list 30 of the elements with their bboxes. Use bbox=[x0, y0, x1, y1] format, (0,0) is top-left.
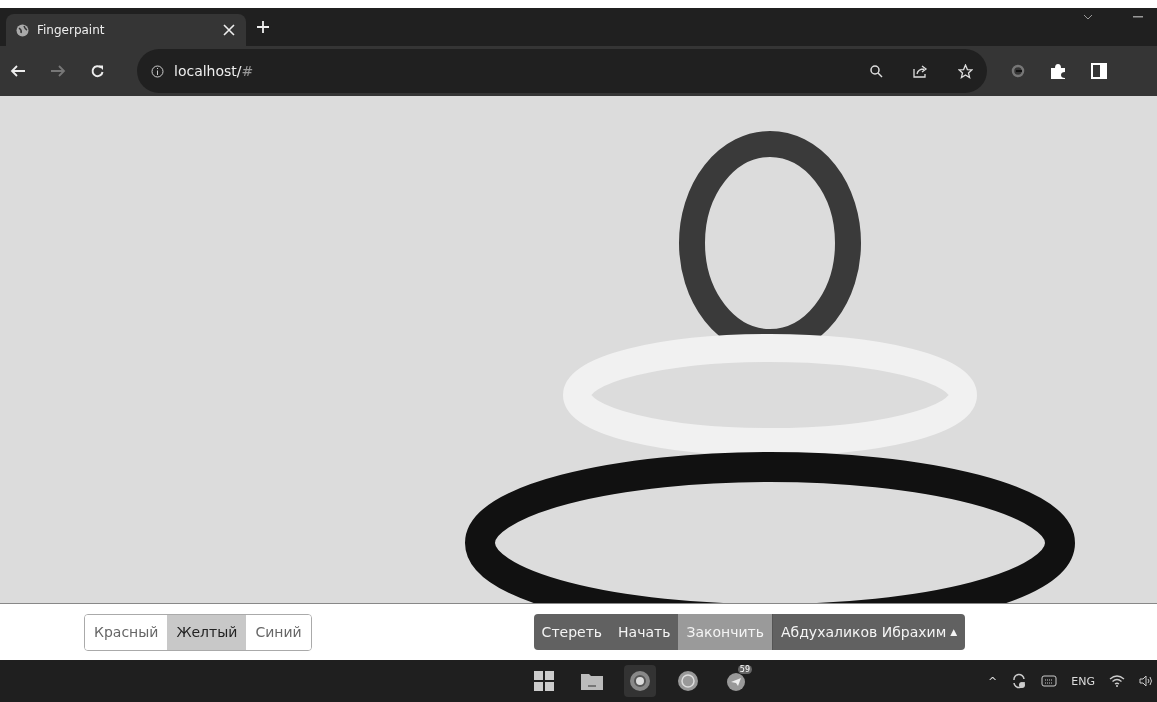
address-bar[interactable]: localhost/# bbox=[137, 49, 987, 93]
side-panel-icon[interactable] bbox=[1091, 63, 1107, 79]
chevron-down-icon[interactable] bbox=[1083, 14, 1093, 20]
drawing-canvas[interactable] bbox=[0, 96, 1157, 604]
puzzle-icon[interactable] bbox=[1049, 62, 1067, 80]
action-button[interactable]: Стереть bbox=[533, 614, 611, 650]
sync-icon[interactable] bbox=[1011, 673, 1028, 689]
keyboard-icon[interactable] bbox=[1041, 675, 1058, 687]
volume-icon[interactable] bbox=[1139, 675, 1153, 687]
color-button[interactable]: Желтый bbox=[167, 614, 247, 650]
wifi-icon[interactable] bbox=[1109, 675, 1125, 687]
globe-icon bbox=[16, 23, 29, 37]
browser-app-icon[interactable] bbox=[624, 665, 656, 697]
action-button[interactable]: Начать bbox=[610, 614, 679, 650]
back-arrow-icon[interactable] bbox=[10, 64, 26, 78]
search-icon[interactable] bbox=[870, 64, 883, 78]
user-menu-button[interactable]: Абдухаликов Ибрахим ▲ bbox=[771, 614, 966, 650]
url-text: localhost/# bbox=[174, 63, 255, 79]
telegram-app-icon[interactable] bbox=[725, 670, 747, 692]
share-icon[interactable] bbox=[913, 64, 928, 78]
close-icon[interactable] bbox=[222, 23, 236, 37]
notification-badge: 59 bbox=[737, 665, 752, 674]
star-icon[interactable] bbox=[958, 63, 973, 79]
new-tab-icon[interactable] bbox=[256, 20, 270, 34]
reload-icon[interactable] bbox=[90, 63, 105, 79]
info-icon[interactable] bbox=[151, 64, 164, 78]
tab-title: Fingerpaint bbox=[37, 23, 106, 37]
language-indicator[interactable]: ENG bbox=[1071, 674, 1095, 688]
tray-chevron[interactable]: ^ bbox=[988, 674, 998, 688]
browser-tab[interactable]: Fingerpaint bbox=[6, 14, 246, 46]
